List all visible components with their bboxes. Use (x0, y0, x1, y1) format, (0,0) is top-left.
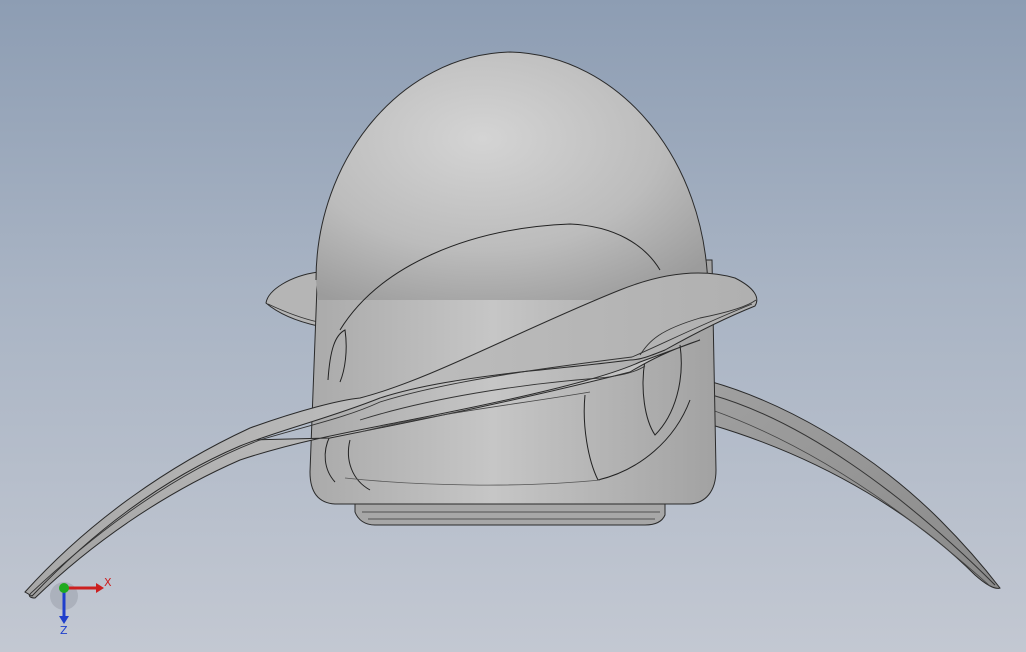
x-axis-label: X (104, 576, 112, 589)
z-axis-label: Z (60, 624, 68, 637)
graphics-viewport[interactable]: X Z (0, 0, 1026, 652)
axis-triad: X Z (50, 576, 112, 637)
blade-back-left[interactable] (265, 271, 319, 327)
y-axis-dot (59, 583, 69, 593)
blade-right[interactable] (704, 379, 1001, 589)
hub-dome[interactable] (315, 51, 712, 300)
z-axis-head (59, 616, 69, 624)
x-axis-head (96, 583, 104, 593)
propeller-model[interactable] (0, 0, 1026, 652)
